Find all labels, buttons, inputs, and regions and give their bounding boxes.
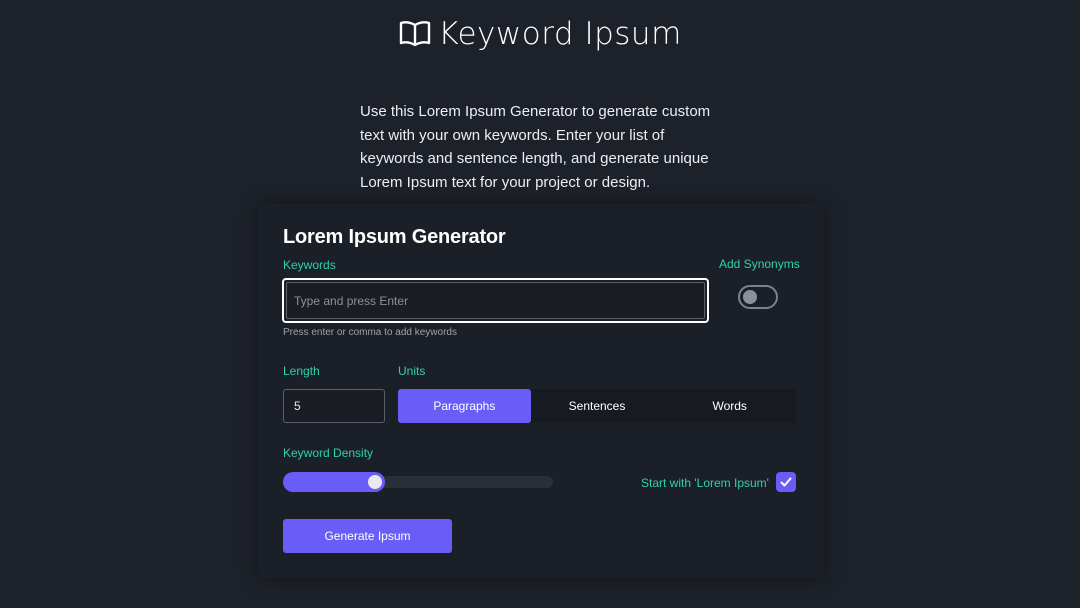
checkmark-icon [780, 477, 792, 487]
units-label: Units [398, 364, 426, 378]
length-input[interactable] [283, 389, 385, 423]
synonyms-label: Add Synonyms [719, 257, 800, 271]
page: Keyword Ipsum Use this Lorem Ipsum Gener… [0, 0, 1080, 608]
app-title: Keyword Ipsum [438, 16, 682, 52]
generator-title: Lorem Ipsum Generator [283, 226, 506, 248]
generator-card: Lorem Ipsum Generator Keywords Add Synon… [258, 204, 824, 578]
brand-header: Keyword Ipsum [0, 16, 1080, 52]
synonyms-toggle[interactable] [738, 285, 778, 309]
density-label: Keyword Density [283, 446, 374, 460]
generate-ipsum-button[interactable]: Generate Ipsum [283, 519, 452, 553]
unit-words-button[interactable]: Words [663, 389, 796, 423]
open-book-icon [398, 19, 432, 49]
density-slider[interactable] [283, 472, 553, 492]
toggle-knob [743, 290, 757, 304]
unit-sentences-button[interactable]: Sentences [531, 389, 664, 423]
intro-text: Use this Lorem Ipsum Generator to genera… [360, 103, 711, 191]
keywords-label: Keywords [283, 258, 336, 272]
start-with-lorem-label: Start with 'Lorem Ipsum' [641, 476, 769, 490]
length-label: Length [283, 364, 320, 378]
slider-thumb[interactable] [368, 475, 382, 489]
units-segmented-control: Paragraphs Sentences Words [398, 389, 796, 423]
keywords-help-text: Press enter or comma to add keywords [283, 327, 457, 338]
keywords-input-focus-ring [282, 278, 709, 323]
start-with-lorem-checkbox[interactable] [776, 472, 796, 492]
unit-paragraphs-button[interactable]: Paragraphs [398, 389, 531, 423]
keywords-input[interactable] [286, 282, 705, 319]
